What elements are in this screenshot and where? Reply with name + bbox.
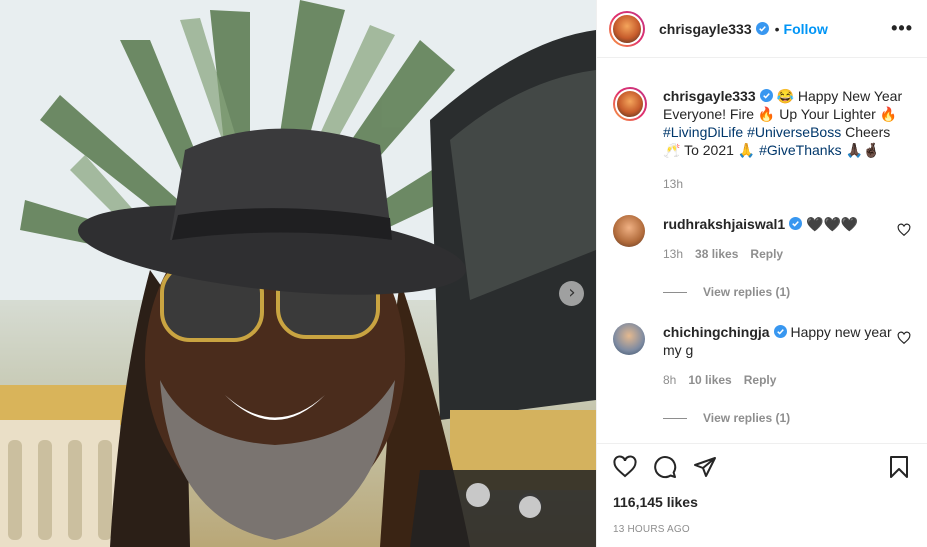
comment-text: 🖤🖤🖤	[802, 216, 859, 232]
follow-button[interactable]: Follow	[784, 21, 828, 37]
caption: chrisgayle333 😂 Happy New Year Everyone!…	[613, 87, 911, 193]
caption-text: 🙏🏿🤞🏿	[841, 142, 881, 158]
comment-item: chichingchingja Happy new year my g 8h 10…	[613, 323, 911, 389]
caption-body: chrisgayle333 😂 Happy New Year Everyone!…	[663, 87, 911, 193]
reply-button[interactable]: Reply	[744, 373, 777, 387]
save-bookmark-icon[interactable]	[887, 455, 911, 479]
view-replies-button[interactable]: View replies (1)	[663, 411, 911, 425]
commenter-username[interactable]: chichingchingja	[663, 324, 770, 340]
verified-badge-icon	[789, 217, 803, 230]
post-side-panel: chrisgayle333 • Follow ••• chrisgayle333…	[596, 0, 927, 547]
action-icons	[613, 452, 911, 482]
share-paper-plane-icon[interactable]	[693, 455, 717, 479]
chevron-right-icon: ›	[568, 282, 576, 303]
verified-badge-icon	[773, 325, 787, 338]
commenter-username[interactable]: rudhrakshjaiswal1	[663, 216, 785, 232]
comment-time: 13h	[663, 247, 684, 261]
like-comment-heart-icon[interactable]	[897, 223, 911, 237]
comment-likes[interactable]: 10 likes	[688, 373, 731, 387]
comment-time: 8h	[663, 373, 677, 387]
commenter-avatar[interactable]	[613, 215, 645, 247]
post-timestamp[interactable]: 13 HOURS AGO	[613, 524, 911, 535]
comment-meta: 8h 10 likes Reply	[663, 371, 911, 389]
more-options-icon[interactable]: •••	[891, 18, 913, 39]
header-separator: •	[774, 20, 780, 37]
author-avatar[interactable]	[609, 10, 645, 47]
caption-username[interactable]: chrisgayle333	[663, 88, 756, 104]
verified-badge-icon	[759, 89, 773, 102]
reply-button[interactable]: Reply	[750, 247, 783, 261]
hashtag-link[interactable]: #LivingDiLife	[663, 124, 743, 140]
comment-item: rudhrakshjaiswal1 🖤🖤🖤 13h 38 likes Reply	[613, 215, 911, 263]
caption-avatar[interactable]	[613, 87, 647, 121]
comment-bubble-icon[interactable]	[653, 455, 677, 479]
like-heart-icon[interactable]	[613, 455, 637, 479]
author-username[interactable]: chrisgayle333	[659, 21, 752, 37]
next-photo-button[interactable]: ›	[559, 281, 584, 306]
caption-time: 13h	[663, 177, 684, 191]
commenter-avatar[interactable]	[613, 323, 645, 355]
comment-body: rudhrakshjaiswal1 🖤🖤🖤 13h 38 likes Reply	[663, 215, 911, 263]
photo-illustration	[0, 0, 596, 547]
post-header: chrisgayle333 • Follow •••	[597, 0, 927, 58]
divider-line	[663, 291, 687, 293]
comment-body: chichingchingja Happy new year my g 8h 10…	[663, 323, 911, 389]
post-actions: 116,145 likes 13 HOURS AGO	[597, 443, 927, 535]
comment-likes[interactable]: 38 likes	[695, 247, 738, 261]
comments-list[interactable]: chrisgayle333 😂 Happy New Year Everyone!…	[597, 59, 927, 440]
verified-badge-icon	[755, 22, 769, 35]
divider-line	[663, 417, 687, 419]
hashtag-link[interactable]: #GiveThanks	[759, 142, 841, 158]
instagram-post: › chrisgayle333 • Follow ••• chrisgayle3…	[0, 0, 927, 547]
like-comment-heart-icon[interactable]	[897, 331, 911, 345]
view-replies-button[interactable]: View replies (1)	[663, 285, 911, 299]
hashtag-link[interactable]: #UniverseBoss	[747, 124, 841, 140]
likes-count[interactable]: 116,145 likes	[613, 494, 911, 510]
post-photo[interactable]: ›	[0, 0, 596, 547]
comment-meta: 13h 38 likes Reply	[663, 245, 911, 263]
